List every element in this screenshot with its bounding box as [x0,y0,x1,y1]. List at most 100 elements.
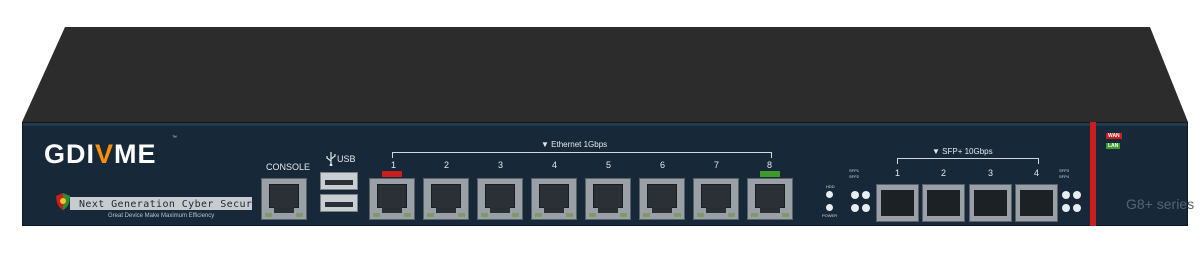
sfp4-led-b [1073,204,1081,212]
console-led-right [296,213,303,217]
eth2-notch [436,206,456,213]
sfp1-cage [881,190,914,216]
eth8-notch [760,206,780,213]
sfp3-led-b [1073,191,1081,199]
eth2-led-left [427,213,434,217]
console-led-left [265,213,272,217]
sfp-port-1[interactable] [876,184,919,222]
eth7-led-left [697,213,704,217]
eth-num-5: 5 [606,160,612,170]
eth8-led-right [782,213,789,217]
console-port[interactable] [261,178,307,220]
ethernet-bracket [392,152,772,158]
eth5-led-left [589,213,596,217]
eth5-led-right [620,213,627,217]
eth2-led-right [458,213,465,217]
wan-port-marker [382,171,402,177]
sfp2-led-label: SFP2 [849,174,860,179]
eth1-socket [377,184,407,208]
ethernet-port-6[interactable] [639,178,685,220]
sfp2-cage [927,190,960,216]
hdd-label: HDD [826,184,835,189]
logo-text-2: ME [114,139,157,169]
usb-slot-2 [325,202,353,207]
tagline-sub: Great Device Make Maximum Efficiency [108,213,215,219]
eth6-notch [652,206,672,213]
eth-num-2: 2 [444,160,450,170]
chassis-top [22,27,1188,122]
eth5-notch [598,206,618,213]
ethernet-port-4[interactable] [531,178,577,220]
eth3-led-right [512,213,519,217]
tagline: Next Generation Cyber Security [79,199,272,210]
eth1-notch [382,206,402,213]
sfp-port-2[interactable] [922,184,965,222]
eth-num-6: 6 [660,160,666,170]
eth-num-4: 4 [552,160,558,170]
eth1-led-right [404,213,411,217]
usb-port-1[interactable] [320,172,358,190]
sfp4-cage [1020,190,1053,216]
ethernet-port-1[interactable] [369,178,415,220]
power-led [826,204,833,211]
sfp2-led-b [862,204,870,212]
sfp-port-3[interactable] [969,184,1012,222]
eth4-notch [544,206,564,213]
eth8-led-left [751,213,758,217]
sfp-num-2: 2 [941,168,947,178]
ethernet-port-8[interactable] [747,178,793,220]
ethernet-port-3[interactable] [477,178,523,220]
eth7-led-right [728,213,735,217]
ethernet-port-7[interactable] [693,178,739,220]
console-port-notch [274,206,294,213]
console-port-socket [269,184,299,208]
sfp1-led-b [862,191,870,199]
eth4-led-left [535,213,542,217]
logo-text-1: GDI [44,139,96,169]
eth1-led-left [373,213,380,217]
sfp-num-1: 1 [895,168,901,178]
usb-port-2[interactable] [320,194,358,212]
eth3-notch [490,206,510,213]
eth3-led-left [481,213,488,217]
sfp-header: ▼ SFP+ 10Gbps [932,147,993,156]
eth4-led-right [566,213,573,217]
wan-legend: WAN [1106,133,1122,139]
eth6-led-right [674,213,681,217]
eth3-socket [485,184,515,208]
eth7-notch [706,206,726,213]
accent-stripe [1090,122,1096,226]
power-label: POWER [822,213,838,218]
console-label: CONSOLE [266,162,311,172]
ethernet-header: ▼ Ethernet 1Gbps [541,140,608,149]
usb-label: USB [337,154,356,164]
ethernet-port-2[interactable] [423,178,469,220]
ethernet-port-5[interactable] [585,178,631,220]
sfp2-led-a [851,204,859,212]
brand-logo: GDIVME [44,139,157,170]
sfp4-led-a [1062,204,1070,212]
logo-v: V [95,139,115,169]
usb-icon [326,152,336,166]
lan-port-marker [760,171,780,177]
eth-num-8: 8 [767,160,773,170]
sfp-port-4[interactable] [1015,184,1058,222]
sfp-num-3: 3 [988,168,994,178]
sfp-bracket [897,158,1039,164]
lan-legend: LAN [1106,143,1121,149]
sfp1-led-a [851,191,859,199]
shield-icon [56,193,70,210]
usb-slot-1 [325,180,353,185]
eth-num-3: 3 [498,160,504,170]
trademark-symbol: ™ [172,135,177,141]
sfp3-cage [974,190,1007,216]
eth8-socket [755,184,785,208]
eth2-socket [431,184,461,208]
sfp4-led-label: SFP4 [1059,174,1070,179]
eth7-socket [701,184,731,208]
hdd-led [826,191,833,198]
eth6-led-left [643,213,650,217]
sfp1-led-label: SFP1 [849,168,860,173]
front-panel-edge [23,123,1187,126]
eth-num-7: 7 [714,160,720,170]
